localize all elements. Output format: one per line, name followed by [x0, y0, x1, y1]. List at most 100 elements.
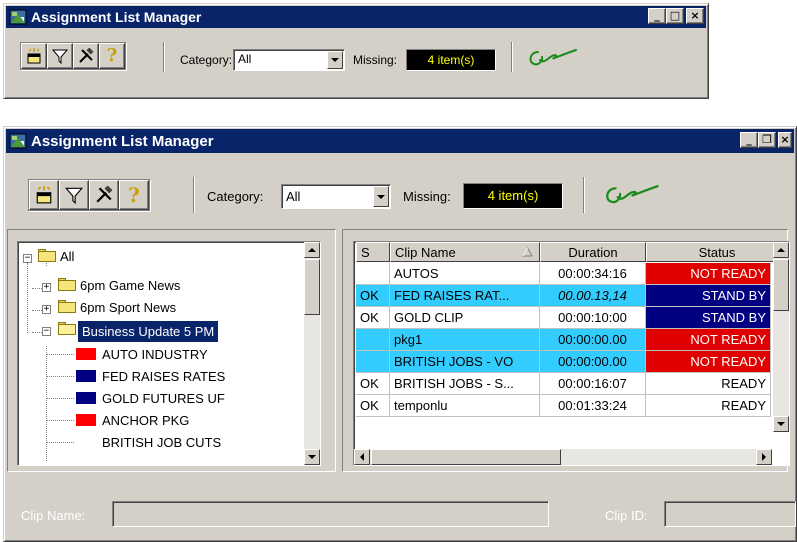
column-header-s[interactable]: S — [356, 242, 390, 262]
tree-item-clip[interactable]: GOLD FUTURES UF — [102, 387, 225, 409]
help-button[interactable]: ? — [119, 180, 149, 210]
filter-button[interactable] — [59, 180, 89, 210]
grid-vertical-scrollbar[interactable] — [773, 242, 789, 432]
cell-status[interactable]: NOT READY — [646, 329, 771, 351]
cell-status[interactable]: NOT READY — [646, 263, 771, 285]
tree-item-clip[interactable]: AUTO INDUSTRY — [102, 343, 208, 365]
small-toolbar: ? — [20, 42, 126, 70]
cell-s[interactable]: OK — [356, 373, 390, 395]
scroll-down-button[interactable] — [304, 449, 320, 465]
close-button[interactable]: × — [686, 8, 704, 24]
cell-duration[interactable]: 00:00:00.00 — [540, 329, 646, 351]
tree-vertical-scrollbar[interactable] — [304, 242, 320, 465]
small-titlebar[interactable]: Assignment List Manager _ □ × — [6, 6, 706, 28]
cell-duration[interactable]: 00:00:10:00 — [540, 307, 646, 329]
cell-status[interactable]: STAND BY — [646, 307, 771, 329]
folder-icon — [58, 300, 76, 313]
scroll-thumb[interactable] — [371, 449, 561, 465]
cell-s[interactable]: OK — [356, 395, 390, 417]
cell-s[interactable] — [356, 263, 390, 285]
category-dropdown-button[interactable] — [373, 186, 389, 207]
scroll-up-button[interactable] — [304, 242, 320, 258]
cell-clip-name[interactable]: BRITISH JOBS - VO — [390, 351, 540, 373]
tree-item-folder[interactable]: 6pm Game News — [80, 274, 180, 296]
tree-item-folder-selected[interactable]: Business Update 5 PM — [78, 321, 219, 342]
window-title: Assignment List Manager — [31, 132, 214, 150]
column-header-clip-name[interactable]: Clip Name — [390, 242, 540, 262]
cell-status[interactable]: STAND BY — [646, 285, 771, 307]
main-titlebar[interactable]: Assignment List Manager _ ❐ × — [6, 129, 794, 153]
arrow-up-icon — [308, 248, 316, 252]
collapse-root-icon[interactable]: − — [23, 254, 32, 263]
window-title: Assignment List Manager — [31, 9, 202, 25]
clip-grid[interactable]: S Clip Name Duration Status AUTOS 00:00:3… — [353, 241, 790, 466]
expand-icon[interactable]: + — [42, 283, 51, 292]
cell-clip-name[interactable]: BRITISH JOBS - S... — [390, 373, 540, 395]
scroll-thumb[interactable] — [773, 259, 789, 311]
cell-clip-name[interactable]: AUTOS — [390, 263, 540, 285]
app-icon — [9, 9, 27, 25]
restore-button[interactable]: ❐ — [758, 132, 776, 148]
category-label: Category: — [207, 189, 264, 204]
folder-icon — [38, 249, 56, 262]
signature-separator — [583, 177, 585, 213]
category-select[interactable]: All — [281, 184, 391, 209]
minimize-button[interactable]: _ — [740, 132, 758, 148]
cell-status[interactable]: READY — [646, 395, 771, 417]
clip-name-field[interactable] — [112, 501, 549, 527]
grid-horizontal-scrollbar[interactable] — [354, 449, 772, 465]
maximize-button[interactable]: □ — [666, 8, 684, 24]
caption-buttons: _ □ × — [648, 8, 704, 24]
column-label: Clip Name — [395, 244, 456, 260]
cell-clip-name[interactable]: pkg1 — [390, 329, 540, 351]
open-folder-icon — [58, 322, 76, 335]
scroll-right-button[interactable] — [756, 449, 772, 465]
cell-duration[interactable]: 00:00:16:07 — [540, 373, 646, 395]
column-header-duration[interactable]: Duration — [540, 242, 646, 262]
cell-duration[interactable]: 00:00:34:16 — [540, 263, 646, 285]
column-header-status[interactable]: Status — [646, 242, 788, 262]
cell-s[interactable] — [356, 351, 390, 373]
cell-clip-name[interactable]: temponlu — [390, 395, 540, 417]
tree-item-clip[interactable]: FED RAISES RATES — [102, 365, 225, 387]
cell-clip-name[interactable]: GOLD CLIP — [390, 307, 540, 329]
tree-item-label: GOLD FUTURES UF — [102, 390, 225, 406]
folder-icon — [58, 278, 76, 291]
cell-status[interactable]: NOT READY — [646, 351, 771, 373]
filter-button[interactable] — [47, 43, 73, 69]
new-clip-button[interactable] — [21, 43, 47, 69]
new-clip-button[interactable] — [29, 180, 59, 210]
scroll-up-button[interactable] — [773, 242, 789, 258]
category-tree[interactable]: − All + 6pm Game News + 6pm Sport News −… — [17, 241, 321, 466]
scroll-down-button[interactable] — [773, 416, 789, 432]
tools-button[interactable] — [73, 43, 99, 69]
category-dropdown-button[interactable] — [327, 51, 343, 69]
tree-item-clip[interactable]: ANCHOR PKG — [102, 409, 189, 431]
cell-s[interactable]: OK — [356, 285, 390, 307]
category-select[interactable]: All — [233, 49, 345, 71]
tree-item-root[interactable]: All — [60, 245, 74, 267]
expand-icon[interactable]: + — [42, 305, 51, 314]
missing-label: Missing: — [403, 189, 451, 204]
scroll-left-button[interactable] — [354, 449, 370, 465]
cell-duration[interactable]: 00:01:33:24 — [540, 395, 646, 417]
cell-duration[interactable]: 00:00:00.00 — [540, 351, 646, 373]
main-toolbar: ? — [28, 179, 150, 211]
close-button[interactable]: × — [778, 132, 792, 148]
clip-id-field[interactable] — [664, 501, 796, 527]
cell-s[interactable]: OK — [356, 307, 390, 329]
tree-item-clip[interactable]: BRITISH JOB CUTS — [102, 431, 221, 453]
cell-s[interactable] — [356, 329, 390, 351]
category-label: Category: — [180, 53, 233, 67]
minimize-button[interactable]: _ — [648, 8, 666, 24]
tools-button[interactable] — [89, 180, 119, 210]
scroll-thumb[interactable] — [304, 259, 320, 315]
cell-clip-name[interactable]: FED RAISES RAT... — [390, 285, 540, 307]
signature-separator — [511, 42, 513, 72]
collapse-icon[interactable]: − — [42, 327, 51, 336]
cell-status[interactable]: READY — [646, 373, 771, 395]
tree-item-folder[interactable]: 6pm Sport News — [80, 296, 176, 318]
cell-duration[interactable]: 00.00.13,14 — [540, 285, 646, 307]
sort-ascending-icon — [522, 247, 533, 257]
help-button[interactable]: ? — [99, 43, 125, 69]
